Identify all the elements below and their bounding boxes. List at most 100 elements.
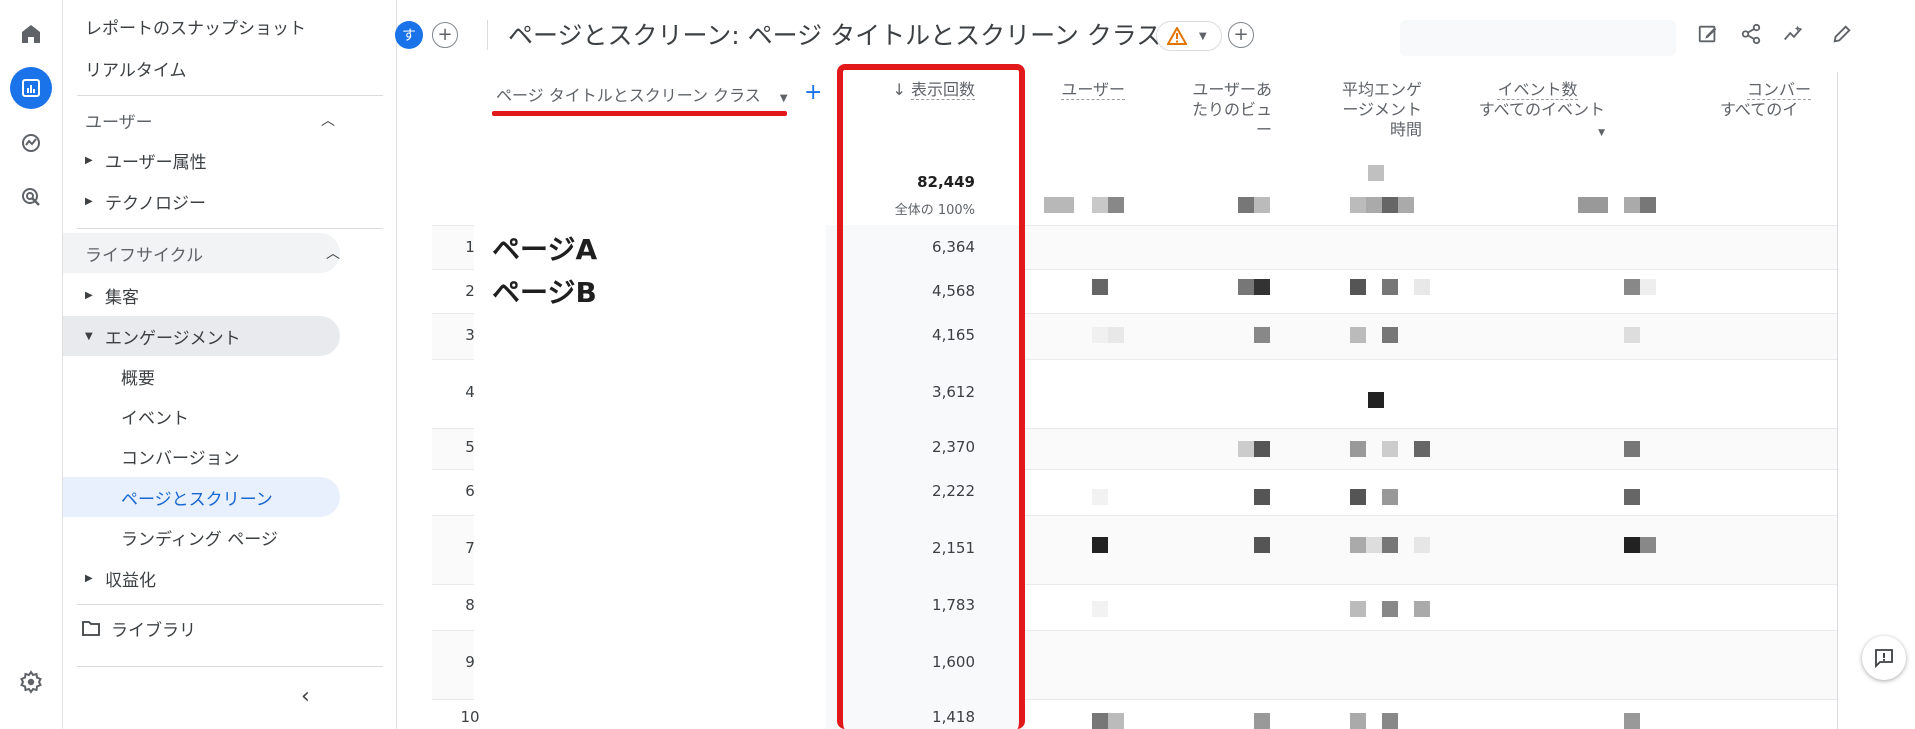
redacted-cell xyxy=(1414,279,1430,295)
add-dimension-button[interactable]: + xyxy=(804,80,822,105)
redacted-total xyxy=(1578,197,1608,213)
edit-comparison-icon[interactable] xyxy=(1694,20,1722,48)
row-number: 8 xyxy=(465,596,475,614)
sidebar-item-library[interactable]: ライブラリ xyxy=(81,608,196,648)
event-filter-label: すべてのイベント xyxy=(1478,100,1605,119)
views-per-user-column-header[interactable]: ユーザーあ たりのビュ ー xyxy=(1180,80,1272,140)
row-number: 9 xyxy=(465,653,475,671)
sidebar-item-realtime[interactable]: リアルタイム xyxy=(85,48,187,88)
conversions-filter-label: すべてのイ xyxy=(1720,100,1799,119)
warning-chip[interactable]: ▼ xyxy=(1156,21,1222,51)
redacted-cell xyxy=(1414,537,1430,553)
sidebar-section-label: ユーザー xyxy=(85,112,153,133)
page-title: ページとスクリーン: ページ タイトルとスクリーン クラス xyxy=(508,21,1162,50)
views-per-user-line-1: ユーザーあ xyxy=(1192,80,1272,99)
sidebar-item-pages-screens[interactable]: ページとスクリーン xyxy=(121,477,273,517)
avg-engagement-column-header[interactable]: 平均エンゲ ージメント 時間 xyxy=(1330,80,1422,140)
dimension-header[interactable]: ページ タイトルとスクリーン クラス ▼ xyxy=(496,82,788,106)
redacted-total xyxy=(1382,197,1398,213)
divider xyxy=(77,666,383,667)
home-icon[interactable] xyxy=(10,13,52,55)
page-name[interactable]: ページB xyxy=(492,271,597,311)
redacted-cell xyxy=(1366,537,1382,553)
redacted-cell xyxy=(1092,279,1108,295)
collapse-sidebar-icon[interactable]: ‹ xyxy=(301,684,310,709)
pencil-icon[interactable] xyxy=(1828,20,1856,48)
dimension-highlight-underline xyxy=(492,111,787,116)
redacted-cell xyxy=(1092,713,1108,729)
redacted-cell xyxy=(1092,489,1108,505)
add-filter-icon[interactable]: + xyxy=(1228,22,1254,48)
sidebar-item-landing-page[interactable]: ランディング ページ xyxy=(121,517,278,557)
redacted-cell xyxy=(1350,327,1366,343)
insights-icon[interactable] xyxy=(1779,20,1807,48)
feedback-button[interactable] xyxy=(1862,636,1906,680)
redacted-cell xyxy=(1640,279,1656,295)
share-icon[interactable] xyxy=(1737,20,1765,48)
sidebar-item-user-attributes[interactable]: ▶ ユーザー属性 xyxy=(85,140,207,180)
explore-icon[interactable] xyxy=(10,122,52,164)
redacted-cell xyxy=(1108,327,1124,343)
caret-right-icon: ▶ xyxy=(85,154,93,166)
row-number: 4 xyxy=(465,383,475,401)
row-number: 6 xyxy=(465,482,475,500)
left-rail xyxy=(0,0,63,729)
sidebar-item-engagement[interactable]: ▼ エンゲージメント xyxy=(85,316,241,356)
sidebar-item-snapshot[interactable]: レポートのスナップショット xyxy=(85,6,306,46)
warning-icon xyxy=(1167,27,1187,45)
row-number: 10 xyxy=(460,708,480,726)
sidebar-item-label: 収益化 xyxy=(105,570,156,591)
redacted-cell xyxy=(1350,279,1366,295)
views-per-user-line-2: たりのビュ xyxy=(1191,100,1272,119)
folder-icon xyxy=(82,621,100,636)
sidebar-section-lifecycle[interactable]: ライフサイクル ︿ xyxy=(63,233,340,273)
redacted-cell xyxy=(1092,601,1108,617)
redacted-cell xyxy=(1350,601,1366,617)
chevron-up-icon: ︿ xyxy=(321,113,335,129)
caret-down-icon: ▼ xyxy=(1598,128,1605,138)
sidebar-item-events[interactable]: イベント xyxy=(121,396,189,436)
redacted-cell xyxy=(1414,601,1430,617)
divider xyxy=(77,95,383,96)
redacted-cell xyxy=(1238,441,1254,457)
redacted-cell xyxy=(1254,327,1270,343)
search-input[interactable] xyxy=(1400,20,1676,56)
redacted-total xyxy=(1350,197,1366,213)
page-name[interactable]: ページA xyxy=(492,228,597,268)
advertising-icon[interactable] xyxy=(10,176,52,218)
caret-right-icon: ▶ xyxy=(85,195,93,207)
avg-engagement-line-1: 平均エンゲ xyxy=(1341,80,1422,99)
dimension-header-label: ページ タイトルとスクリーン クラス xyxy=(496,86,761,105)
sidebar-item-monetization[interactable]: ▶ 収益化 xyxy=(85,558,156,598)
add-comparison-icon[interactable]: + xyxy=(432,22,458,48)
caret-down-icon: ▼ xyxy=(85,330,93,342)
sidebar-item-overview[interactable]: 概要 xyxy=(121,356,155,396)
avatar[interactable]: す xyxy=(395,21,423,49)
redacted-total xyxy=(1398,197,1414,213)
sidebar-item-technology[interactable]: ▶ テクノロジー xyxy=(85,181,206,221)
redacted-cell xyxy=(1414,441,1430,457)
users-column-header[interactable]: ユーザー xyxy=(1050,80,1125,100)
views-per-user-line-3: ー xyxy=(1255,120,1272,139)
table-right-border xyxy=(1837,72,1838,729)
sidebar-section-user[interactable]: ユーザー ︿ xyxy=(85,100,335,140)
sidebar-item-acquisition[interactable]: ▶ 集客 xyxy=(85,275,139,315)
chevron-down-icon: ▼ xyxy=(1199,30,1207,42)
sidebar-item-conversions[interactable]: コンバージョン xyxy=(121,436,240,476)
redacted-cell xyxy=(1092,537,1108,553)
redacted-cell xyxy=(1624,441,1640,457)
sidebar-item-label: テクノロジー xyxy=(105,193,206,214)
redacted-cell xyxy=(1254,537,1270,553)
header-divider xyxy=(487,20,488,50)
views-column-highlight xyxy=(837,64,1025,729)
redacted-total xyxy=(1108,197,1124,213)
reports-icon[interactable] xyxy=(10,67,52,109)
redacted-total xyxy=(1254,197,1270,213)
redacted-cell xyxy=(1624,489,1640,505)
gear-icon[interactable] xyxy=(10,661,52,703)
redacted-cell xyxy=(1238,279,1254,295)
conversions-label: コンバー xyxy=(1747,80,1812,100)
conversions-column-header[interactable]: コンバー すべてのイ xyxy=(1716,80,1837,120)
redacted-total xyxy=(1624,197,1640,213)
event-count-column-header[interactable]: イベント数 すべてのイベント ▼ xyxy=(1470,80,1605,143)
